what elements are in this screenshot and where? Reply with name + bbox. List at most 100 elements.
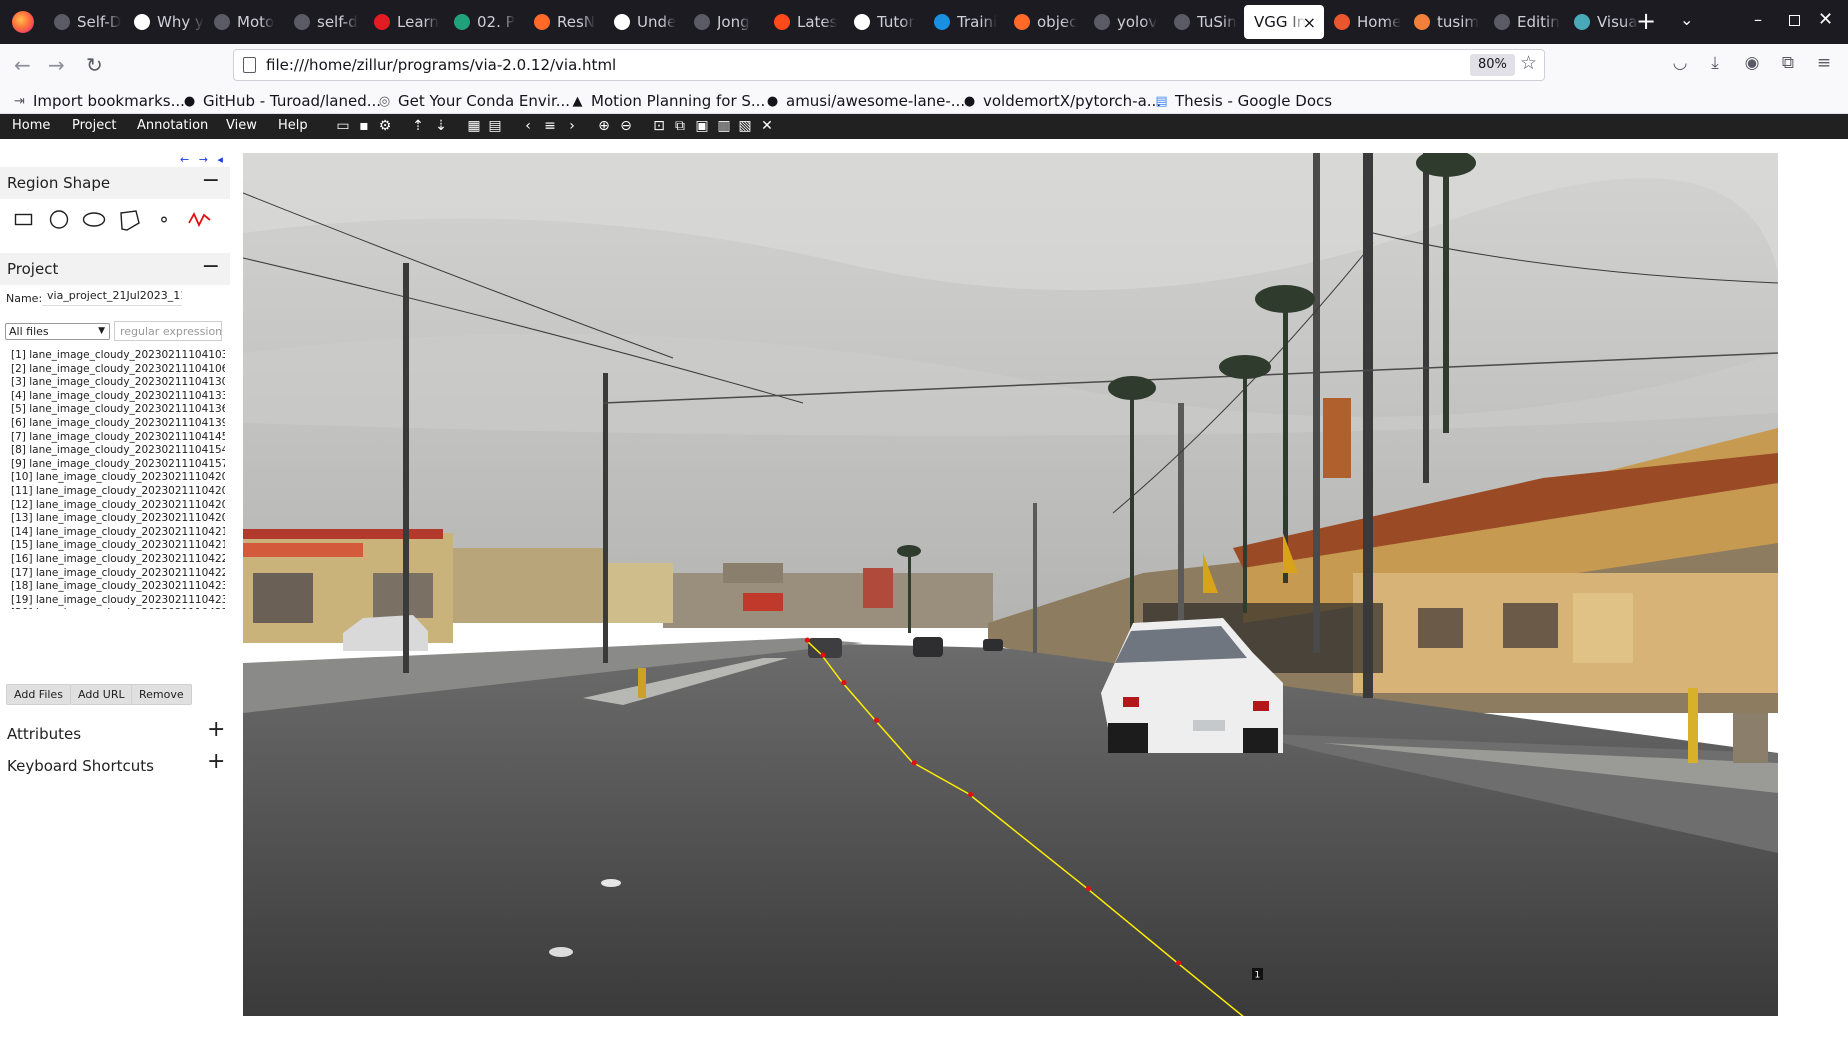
paste-in-all-images-icon[interactable]: ▥ bbox=[716, 118, 732, 135]
zoom-level-badge[interactable]: 80% bbox=[1470, 54, 1515, 76]
tab-self-d[interactable]: self-d bbox=[284, 5, 364, 39]
save-project-icon[interactable]: ▪ bbox=[356, 118, 372, 135]
file-list-item[interactable]: [13] lane_image_cloudy_20230211104209 bbox=[11, 512, 225, 526]
menu-project[interactable]: Project bbox=[72, 118, 116, 133]
file-list-item[interactable]: [6] lane_image_cloudy_20230211104139 bbox=[11, 417, 225, 431]
tab-tusin[interactable]: TuSin bbox=[1164, 5, 1244, 39]
polyline-vertex[interactable] bbox=[1085, 885, 1092, 892]
select-all-regions-icon[interactable]: ⊡ bbox=[651, 118, 667, 135]
file-list-item[interactable]: [14] lane_image_cloudy_20230211104212 bbox=[11, 526, 225, 540]
back-arrow-icon[interactable]: ← bbox=[14, 53, 31, 77]
tab-objec[interactable]: objec bbox=[1004, 5, 1084, 39]
tab-jong[interactable]: Jong bbox=[684, 5, 764, 39]
close-tab-icon[interactable]: × bbox=[1303, 13, 1316, 32]
next-image-icon[interactable]: › bbox=[564, 118, 580, 135]
file-list-item[interactable]: [7] lane_image_cloudy_20230211104145 bbox=[11, 431, 225, 445]
zoom-in-icon[interactable]: ⊕ bbox=[596, 118, 612, 135]
tab-lates[interactable]: Lates bbox=[764, 5, 844, 39]
annotation-image-canvas[interactable]: 1 bbox=[243, 153, 1778, 1016]
tab-learn[interactable]: Learn bbox=[364, 5, 444, 39]
bookmark-star-icon[interactable]: ☆ bbox=[1520, 52, 1537, 74]
panel-resize-arrows[interactable]: ← → ◂ bbox=[180, 153, 226, 166]
circle-shape-icon[interactable] bbox=[48, 209, 70, 231]
tab-moto[interactable]: Moto bbox=[204, 5, 284, 39]
menu-help[interactable]: Help bbox=[278, 118, 308, 133]
bookmark-item[interactable]: ● voldemortX/pytorch-a... bbox=[962, 90, 1161, 112]
account-icon[interactable]: ◉ bbox=[1742, 53, 1762, 73]
tab-tutor[interactable]: Tutor bbox=[844, 5, 924, 39]
minimize-window-icon[interactable]: – bbox=[1754, 10, 1762, 29]
delete-paste-icon[interactable]: ▧ bbox=[737, 118, 753, 135]
polyline-vertex[interactable] bbox=[874, 717, 880, 723]
tab-resn[interactable]: ResN bbox=[524, 5, 604, 39]
address-bar[interactable]: file:///home/zillur/programs/via-2.0.12/… bbox=[233, 49, 1545, 81]
tab-tusim[interactable]: tusim bbox=[1404, 5, 1484, 39]
tab-editin[interactable]: Editin bbox=[1484, 5, 1564, 39]
menu-annotation[interactable]: Annotation bbox=[137, 118, 208, 133]
file-list-item[interactable]: [16] lane_image_cloudy_20230211104221 bbox=[11, 553, 225, 567]
file-list-item[interactable]: [10] lane_image_cloudy_20230211104200 bbox=[11, 471, 225, 485]
bookmark-item[interactable]: ▤ Thesis - Google Docs bbox=[1154, 90, 1332, 112]
grid-view-icon[interactable]: ▦ bbox=[466, 118, 482, 135]
menu-home[interactable]: Home bbox=[12, 118, 50, 133]
regex-filter-input[interactable] bbox=[114, 321, 222, 341]
firefox-logo-icon[interactable] bbox=[12, 11, 34, 33]
polygon-shape-icon[interactable] bbox=[118, 209, 142, 233]
attributes-title[interactable]: Attributes bbox=[7, 725, 81, 743]
paste-region-icon[interactable]: ▣ bbox=[694, 118, 710, 135]
new-tab-plus-icon[interactable]: + bbox=[1636, 8, 1656, 34]
pocket-icon[interactable]: ◡ bbox=[1670, 53, 1690, 73]
url-text[interactable]: file:///home/zillur/programs/via-2.0.12/… bbox=[266, 56, 616, 74]
file-list-item[interactable]: [12] lane_image_cloudy_20230211104206 bbox=[11, 499, 225, 513]
point-shape-icon[interactable] bbox=[160, 209, 170, 231]
app-menu-hamburger-icon[interactable]: ≡ bbox=[1814, 53, 1834, 73]
file-list-item[interactable]: [2] lane_image_cloudy_20230211104106 bbox=[11, 363, 225, 377]
tab-self-d[interactable]: Self-D bbox=[44, 5, 124, 39]
polyline-shape-icon[interactable] bbox=[188, 209, 212, 231]
image-file-list[interactable]: [1] lane_image_cloudy_20230211104103 [2] … bbox=[11, 349, 225, 609]
settings-gear-icon[interactable]: ⚙ bbox=[377, 118, 393, 135]
project-name-input[interactable] bbox=[42, 286, 182, 306]
extensions-icon[interactable]: ⧉ bbox=[1778, 53, 1798, 73]
add-url-button[interactable]: Add URL bbox=[70, 684, 133, 705]
menu-view[interactable]: View bbox=[226, 118, 257, 133]
polyline-vertex[interactable] bbox=[820, 652, 826, 658]
close-window-icon[interactable]: ✕ bbox=[1818, 9, 1833, 30]
jump-to-image-list-icon[interactable]: ≡ bbox=[542, 118, 558, 135]
bookmark-item[interactable]: ▲ Motion Planning for S... bbox=[570, 90, 766, 112]
file-filter-select[interactable]: All files ▼ bbox=[5, 323, 110, 340]
polyline-vertex[interactable] bbox=[911, 760, 917, 766]
list-all-tabs-chevron-icon[interactable]: ⌄ bbox=[1680, 10, 1693, 29]
tab-unde[interactable]: Unde bbox=[604, 5, 684, 39]
tab-visua[interactable]: Visua bbox=[1564, 5, 1644, 39]
file-list-item[interactable]: [11] lane_image_cloudy_20230211104203 bbox=[11, 485, 225, 499]
add-files-button[interactable]: Add Files bbox=[6, 684, 71, 705]
collapse-minus-icon[interactable]: − bbox=[202, 168, 220, 193]
rectangle-shape-icon[interactable] bbox=[14, 209, 34, 229]
file-list-item[interactable]: [1] lane_image_cloudy_20230211104103 bbox=[11, 349, 225, 363]
polyline-vertex[interactable] bbox=[1175, 960, 1182, 966]
polyline-vertex[interactable] bbox=[968, 791, 974, 798]
file-list-item[interactable]: [20] lane_image_cloudy_20230211104236 bbox=[11, 607, 225, 609]
file-list-item[interactable]: [4] lane_image_cloudy_20230211104133 bbox=[11, 390, 225, 404]
tab-02-p[interactable]: 02. P bbox=[444, 5, 524, 39]
file-list-item[interactable]: [17] lane_image_cloudy_20230211104224 bbox=[11, 567, 225, 581]
import-annotations-upload-icon[interactable]: ⇡ bbox=[410, 118, 426, 135]
file-list-item[interactable]: [9] lane_image_cloudy_20230211104157 bbox=[11, 458, 225, 472]
bookmark-item[interactable]: ⇥ Import bookmarks... bbox=[12, 90, 185, 112]
polyline-vertex[interactable] bbox=[804, 637, 810, 643]
file-list-item[interactable]: [5] lane_image_cloudy_20230211104136 bbox=[11, 403, 225, 417]
expand-plus-icon[interactable]: + bbox=[207, 717, 225, 742]
zoom-out-icon[interactable]: ⊖ bbox=[618, 118, 634, 135]
tab-home[interactable]: Home bbox=[1324, 5, 1404, 39]
annotation-editor-icon[interactable]: ▤ bbox=[487, 118, 503, 135]
bookmark-item[interactable]: ● amusi/awesome-lane-... bbox=[765, 90, 965, 112]
file-list-item[interactable]: [15] lane_image_cloudy_20230211104215 bbox=[11, 539, 225, 553]
project-header[interactable]: Project − bbox=[0, 253, 230, 285]
previous-image-icon[interactable]: ‹ bbox=[520, 118, 536, 135]
downloads-icon[interactable]: ⤓ bbox=[1705, 53, 1725, 73]
delete-region-icon[interactable]: ✕ bbox=[759, 118, 775, 135]
expand-plus-icon[interactable]: + bbox=[207, 749, 225, 774]
file-list-item[interactable]: [8] lane_image_cloudy_20230211104154 bbox=[11, 444, 225, 458]
remove-file-button[interactable]: Remove bbox=[131, 684, 192, 705]
